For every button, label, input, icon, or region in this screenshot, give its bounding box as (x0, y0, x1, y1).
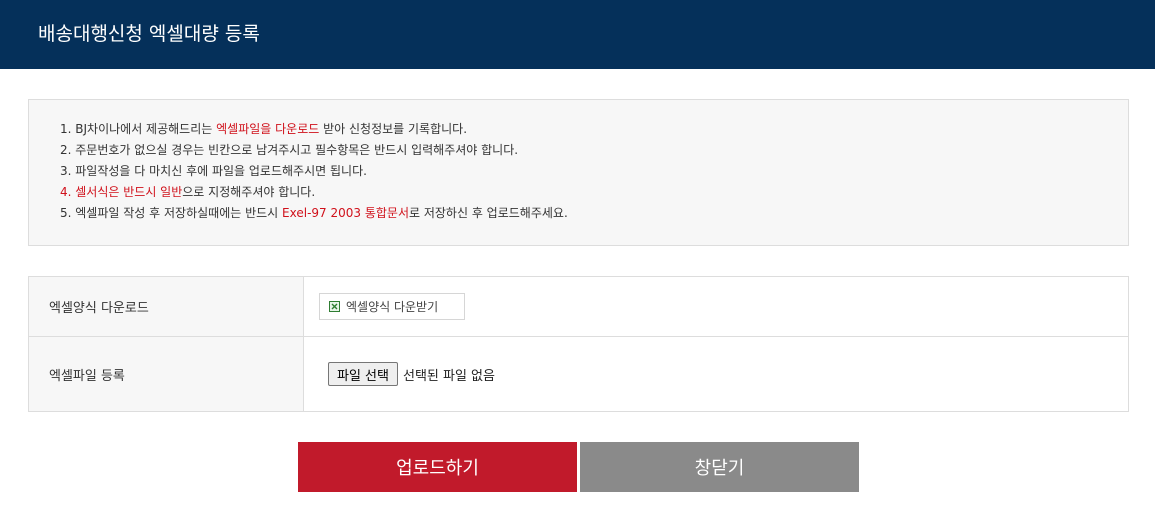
download-template-button[interactable]: 엑셀양식 다운받기 (319, 293, 465, 320)
instruction-3: 3. 파일작성을 다 마치신 후에 파일을 업로드해주시면 됩니다. (60, 164, 367, 178)
download-label: 엑셀양식 다운로드 (29, 277, 304, 336)
instruction-4-text-end: 으로 지정해주셔야 합니다. (182, 185, 316, 199)
instruction-5: 5. 엑셀파일 작성 후 저장하실때에는 반드시 Exel-97 2003 통합… (60, 203, 1128, 224)
page-title: 배송대행신청 엑셀대량 등록 (38, 23, 260, 45)
upload-row: 엑셀파일 등록 파일 선택 선택된 파일 없음 (29, 337, 1128, 411)
instruction-1-highlight: 엑셀파일을 다운로드 (216, 122, 320, 136)
instruction-1-text: 1. BJ차이나에서 제공해드리는 (60, 122, 217, 136)
download-cell: 엑셀양식 다운받기 (304, 277, 1128, 336)
instruction-4: 4. 셀서식은 반드시 일반으로 지정해주셔야 합니다. (60, 182, 1128, 203)
upload-label: 엑셀파일 등록 (29, 337, 304, 411)
page-header: 배송대행신청 엑셀대량 등록 (0, 0, 1155, 69)
instruction-2: 2. 주문번호가 없으실 경우는 빈칸으로 남겨주시고 필수항목은 반드시 입력… (60, 143, 519, 157)
instruction-5-text-end: 로 저장하신 후 업로드해주세요. (409, 206, 568, 220)
file-status-text: 선택된 파일 없음 (402, 368, 495, 384)
instructions-box: 1. BJ차이나에서 제공해드리는 엑셀파일을 다운로드 받아 신청정보를 기록… (28, 99, 1129, 246)
instruction-5-highlight: Exel-97 2003 통합문서 (282, 206, 409, 220)
download-template-label: 엑셀양식 다운받기 (346, 300, 439, 314)
instruction-1: 1. BJ차이나에서 제공해드리는 엑셀파일을 다운로드 받아 신청정보를 기록… (60, 119, 1128, 140)
instruction-4-highlight: 4. 셀서식은 반드시 일반 (60, 185, 183, 199)
upload-form-table: 엑셀양식 다운로드 엑셀양식 다운받기 엑셀파일 등록 파일 선택 선택된 파일… (28, 276, 1129, 412)
upload-cell: 파일 선택 선택된 파일 없음 (304, 337, 1128, 411)
action-buttons: 업로드하기 창닫기 (298, 442, 859, 492)
download-row: 엑셀양식 다운로드 엑셀양식 다운받기 (29, 277, 1128, 337)
excel-file-icon (329, 301, 340, 312)
upload-button[interactable]: 업로드하기 (298, 442, 577, 492)
close-button[interactable]: 창닫기 (580, 442, 859, 492)
file-select-button[interactable]: 파일 선택 (328, 362, 398, 386)
instruction-1-text-end: 받아 신청정보를 기록합니다. (319, 122, 468, 136)
instruction-5-text: 5. 엑셀파일 작성 후 저장하실때에는 반드시 (60, 206, 283, 220)
